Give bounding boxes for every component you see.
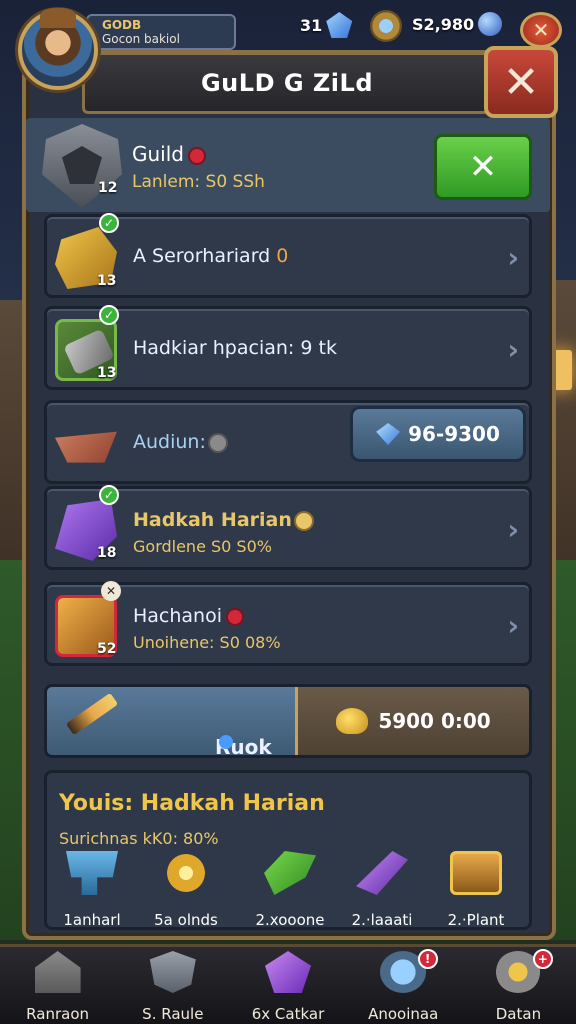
nav-label: Anooinaa <box>368 1005 439 1023</box>
chevron-right-icon: › <box>507 333 519 366</box>
reward-item[interactable]: 2.·laaati <box>337 851 427 929</box>
list-item[interactable]: ✓ 13 A Serorhariard 0 › <box>44 213 532 298</box>
pencil-icon <box>65 692 119 736</box>
coin-icon <box>219 735 233 749</box>
confirm-button[interactable]: ✕ <box>434 134 532 200</box>
gold-currency[interactable]: S2,980 <box>412 12 503 36</box>
list-item[interactable]: ✕ 52 Hachanoi Unoihene: S0 08% › <box>44 581 532 666</box>
auction-label: Audiun: <box>133 431 226 453</box>
item-sub: Unoihene: S0 08% <box>133 633 281 652</box>
boat-icon <box>55 431 117 463</box>
item-level: 13 <box>97 273 117 289</box>
reward-item[interactable]: 2.xooone <box>245 851 335 929</box>
gem-count: 31 <box>300 15 323 35</box>
item-label: Hadkah Harian <box>133 509 312 531</box>
notification-badge: ! <box>417 949 438 969</box>
panel-title: GuLD G ZiLd <box>200 69 373 97</box>
nav-label: Datan <box>495 1005 542 1023</box>
gem-icon <box>326 12 353 38</box>
chevron-right-icon: › <box>507 609 519 642</box>
chest-icon <box>450 851 502 895</box>
gem-currency[interactable]: 31 <box>300 12 353 38</box>
reward-label: 5a olnds <box>154 911 218 929</box>
item-level: 13 <box>97 365 117 381</box>
summary-heading: Youis: Hadkah Harian <box>59 791 325 816</box>
nav-label: S. Raule <box>142 1005 204 1023</box>
item-level: 18 <box>97 545 117 561</box>
shield-icon <box>149 951 196 993</box>
top-close-button[interactable]: ✕ <box>520 12 562 48</box>
reward-item[interactable]: 2.·Plant <box>431 851 521 929</box>
bottom-nav: Ranraon S. Raule 6x Catkar ! Anooinaa + … <box>0 944 576 1024</box>
player-title: GODB <box>102 18 142 32</box>
coin-icon <box>209 434 226 451</box>
list-item[interactable]: ✓ 13 Hadkiar hpacian: 9 tk › <box>44 305 532 390</box>
close-button[interactable]: ✕ <box>484 46 558 118</box>
ruok-button[interactable]: Ruok <box>47 687 295 755</box>
reward-label: 2.·laaati <box>351 911 413 929</box>
auction-price-button[interactable]: 96-9300 <box>350 406 526 462</box>
ruby-icon <box>228 609 243 624</box>
gold-bag-icon <box>336 708 369 734</box>
gold-count: S2,980 <box>412 14 475 34</box>
guild-name: Guild <box>132 142 204 166</box>
diamond-icon <box>376 423 401 445</box>
item-level: 52 <box>97 641 117 657</box>
gem-icon <box>265 951 311 993</box>
check-icon: ✓ <box>99 305 119 325</box>
reward-item[interactable]: 1anharl <box>47 851 137 929</box>
reward-label: 1anharl <box>63 911 121 929</box>
reward-label: 2.·Plant <box>447 911 505 929</box>
player-name: Gocon bakiol <box>102 32 180 46</box>
reward-label: 2.xooone <box>255 911 325 929</box>
guild-subtitle: Lanlem: S0 SSh <box>132 172 265 192</box>
item-label: Hadkiar hpacian: 9 tk <box>133 337 337 359</box>
check-icon: ✓ <box>99 213 119 233</box>
nav-label: Ranraon <box>26 1005 90 1023</box>
medal-icon[interactable] <box>370 10 402 42</box>
nav-label: 6x Catkar <box>251 1005 325 1023</box>
list-item[interactable]: ✓ 18 Hadkah Harian Gordlene S0 S0% › <box>44 485 532 570</box>
orb-icon <box>478 12 503 36</box>
nav-item-catkar[interactable]: 6x Catkar <box>230 947 345 1024</box>
notification-badge: + <box>532 949 553 969</box>
staff-icon <box>356 851 408 895</box>
ring-icon <box>160 851 212 895</box>
guild-level: 12 <box>98 180 118 196</box>
nav-item-raule[interactable]: S. Raule <box>115 947 230 1024</box>
item-label: Hachanoi <box>133 605 243 627</box>
anvil-icon <box>66 851 118 895</box>
avatar[interactable] <box>18 8 98 90</box>
ruby-icon <box>189 148 204 163</box>
reward-item[interactable]: 5a olnds <box>141 851 231 929</box>
player-card[interactable]: GODB Gocon bakiol <box>86 14 236 50</box>
coin-icon <box>295 512 312 529</box>
x-mark-icon: ✕ <box>101 581 121 601</box>
summary-box: Youis: Hadkah Harian Surichnas kK0: 80% … <box>44 770 532 930</box>
nav-item-anooinaa[interactable]: ! Anooinaa <box>346 947 461 1024</box>
leaf-icon <box>264 851 316 895</box>
summary-sub: Surichnas kK0: 80% <box>59 829 219 848</box>
nav-item-ranraon[interactable]: Ranraon <box>0 947 115 1024</box>
action-split-bar: Ruok 5900 0:00 <box>44 684 532 758</box>
chevron-right-icon: › <box>507 513 519 546</box>
gold-cost-button[interactable]: 5900 0:00 <box>295 687 529 755</box>
house-icon <box>34 951 81 993</box>
check-icon: ✓ <box>99 485 119 505</box>
chevron-right-icon: › <box>507 241 519 274</box>
item-label: A Serorhariard 0 <box>133 245 289 267</box>
item-sub: Gordlene S0 S0% <box>133 537 272 556</box>
nav-item-datan[interactable]: + Datan <box>461 947 576 1024</box>
gold-cost-label: 5900 0:00 <box>378 709 491 733</box>
panel-titlebar: GuLD G ZiLd <box>82 52 492 114</box>
